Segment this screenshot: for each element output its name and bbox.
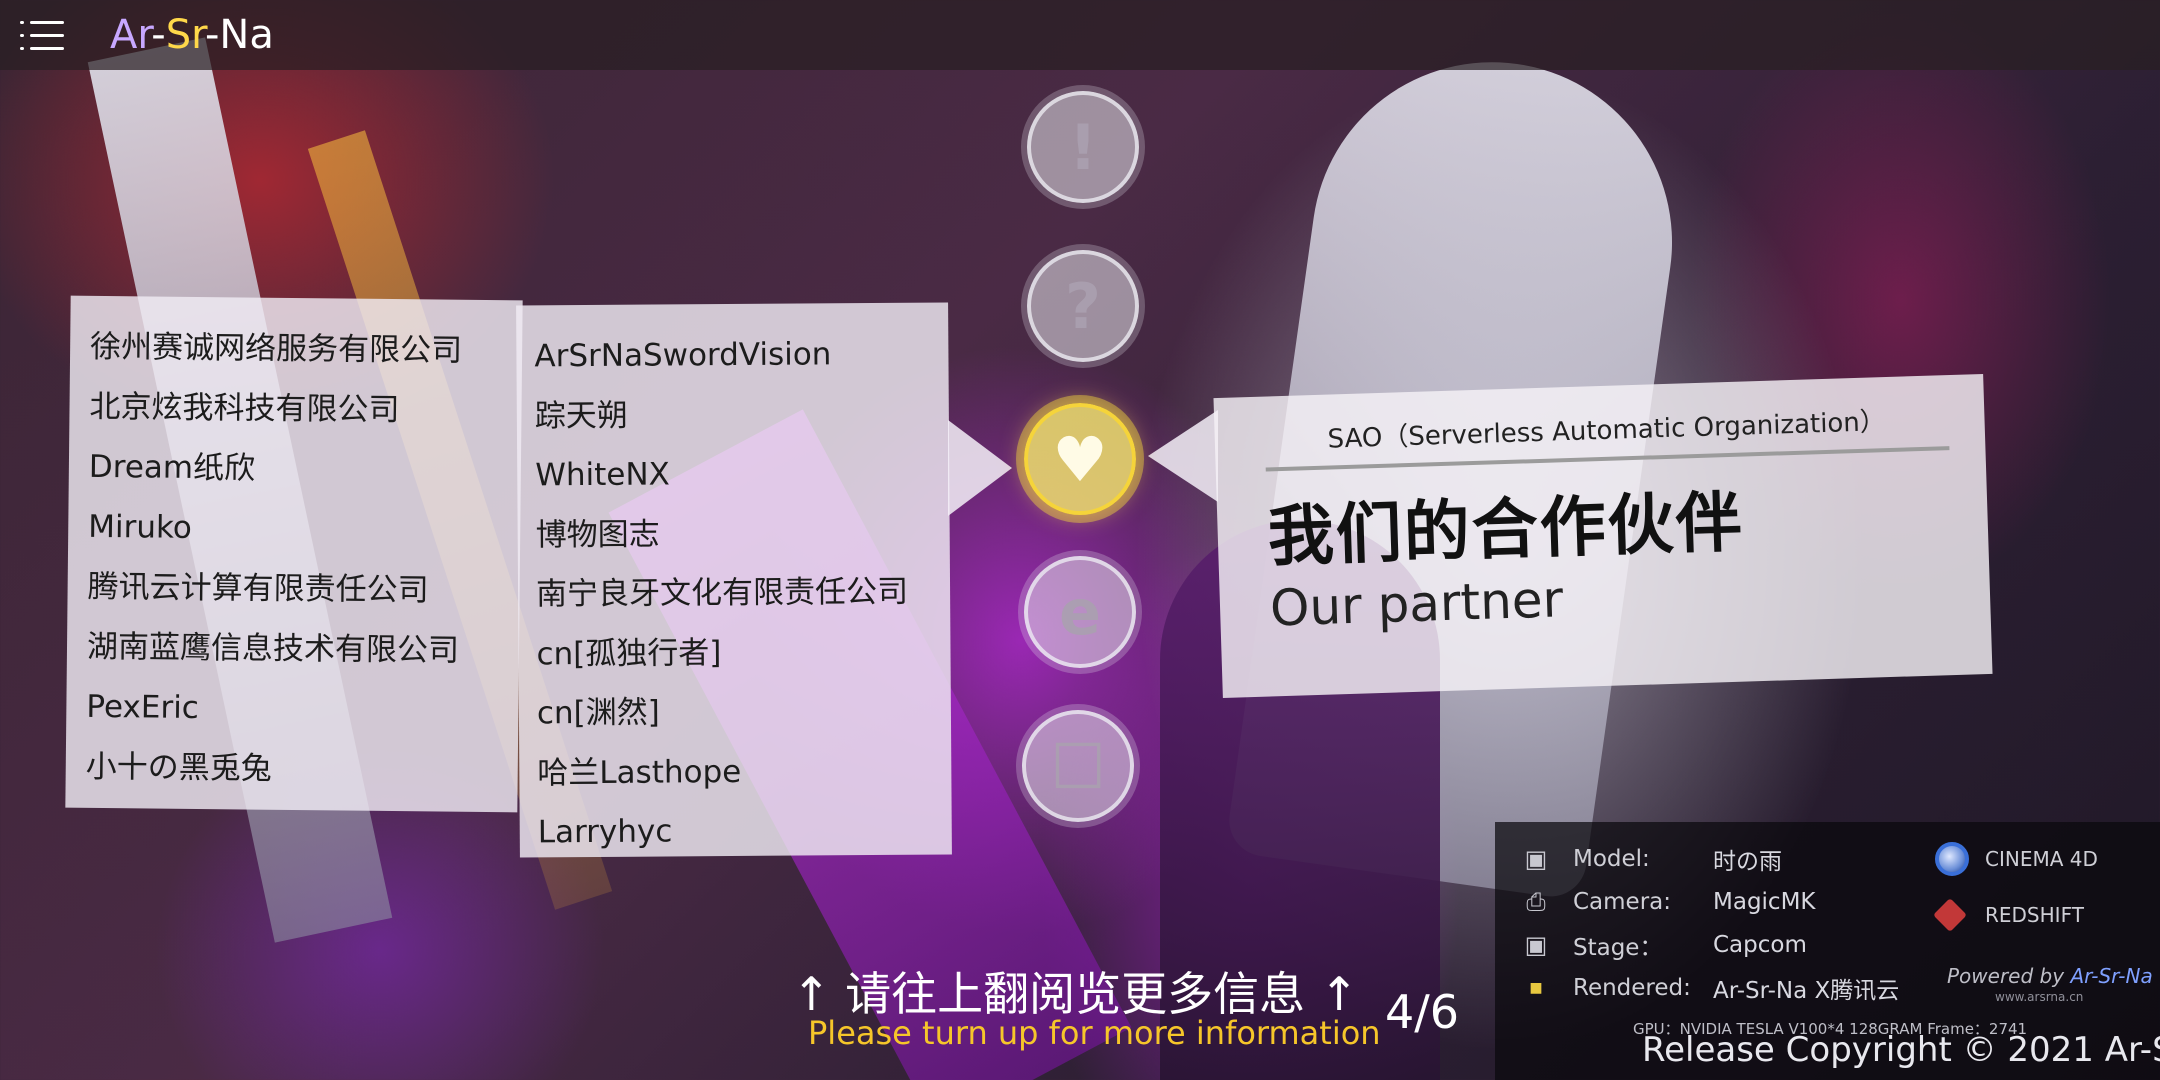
chat-glyph: ☐ [1050, 729, 1106, 803]
partner-item: ArSrNaSwordVision [534, 336, 832, 375]
render-row-camera: ⎙ Camera: MagicMK [1517, 882, 1816, 922]
scroll-prompt-en: Please turn up for more information [808, 1014, 1381, 1052]
camera-icon: ⎙ [1526, 888, 1546, 916]
partner-list-left: 徐州赛诚网络服务有限公司 北京炫我科技有限公司 Dream纸欣 Miruko 腾… [65, 295, 523, 813]
cinema4d-icon [1935, 842, 1969, 876]
render-label: Rendered: [1573, 975, 1691, 1001]
partner-info-card: SAO（Serverless Automatic Organization） 我… [1213, 373, 1993, 699]
exclamation-glyph: ! [1068, 110, 1098, 184]
page-indicator: 4/6 [1385, 985, 1460, 1039]
hamburger-menu-icon[interactable] [20, 17, 64, 53]
partner-item: WhiteNX [535, 456, 670, 494]
render-row-stage: ▣ Stage： Capcom [1517, 925, 1807, 965]
partner-item: 踪天朔 [534, 397, 628, 434]
brand-separator: - [204, 12, 220, 58]
powered-by: Powered by Ar-Sr-Na [1947, 964, 2153, 988]
ie-browser-icon[interactable]: e [1024, 556, 1136, 668]
heart-glyph: ♥ [1052, 422, 1108, 496]
heart-icon[interactable]: ♥ [1024, 403, 1136, 515]
pointer-arrow-left [948, 420, 1012, 516]
partner-list-right: ArSrNaSwordVision 踪天朔 WhiteNX 博物图志 南宁良牙文… [516, 302, 952, 858]
cinema4d-badge: CINEMA 4D [1935, 842, 2098, 876]
cinema4d-label: CINEMA 4D [1985, 847, 2098, 871]
render-value: Capcom [1713, 932, 1807, 958]
brand-logo[interactable]: Ar-Sr-Na [110, 12, 274, 58]
partner-item: 徐州赛诚网络服务有限公司 [89, 328, 463, 369]
partner-item: 腾讯云计算有限责任公司 [87, 568, 429, 609]
render-row-rendered: ■ Rendered: Ar-Sr-Na X腾讯云 [1517, 968, 1899, 1008]
powered-prefix: Powered by [1947, 964, 2071, 988]
brand-part-sr: Sr [165, 12, 205, 58]
partner-item: 湖南蓝鹰信息技术有限公司 [86, 628, 460, 669]
partner-item: 博物图志 [535, 516, 660, 553]
powered-brand: Ar-Sr-Na [2070, 964, 2153, 988]
render-value: 时の雨 [1713, 849, 1782, 875]
brand-separator: - [151, 12, 166, 58]
question-icon[interactable]: ? [1027, 250, 1139, 362]
render-label: Camera: [1573, 889, 1672, 915]
pointer-arrow-right [1148, 410, 1218, 502]
partner-item: 小十の黑兎兔 [85, 748, 272, 787]
partner-item: cn[渊然] [536, 694, 660, 732]
partner-item: Miruko [88, 508, 193, 546]
render-label: Stage： [1573, 935, 1663, 961]
copyright-text: Release Copyright © 2021 Ar-Sr-Na [1642, 1030, 2160, 1070]
partner-item: 南宁良牙文化有限责任公司 [535, 573, 909, 613]
render-row-model: ▣ Model: 时の雨 [1517, 839, 1782, 879]
partner-item: cn[孤独行者] [536, 634, 722, 672]
exclamation-icon[interactable]: ! [1027, 91, 1139, 203]
powered-url: www.arsrna.cn [1995, 990, 2084, 1004]
card-subtitle: SAO（Serverless Automatic Organization） [1264, 399, 1950, 472]
chat-icon[interactable]: ☐ [1022, 710, 1134, 822]
cubes-icon: ▣ [1524, 845, 1548, 873]
redshift-icon [1933, 898, 1967, 932]
partner-item: Dream纸欣 [88, 448, 256, 487]
redshift-label: REDSHIFT [1985, 903, 2084, 927]
question-glyph: ? [1065, 269, 1101, 343]
render-value: Ar-Sr-Na X腾讯云 [1713, 978, 1900, 1004]
partner-item: PexEric [86, 688, 200, 727]
render-label: Model: [1573, 846, 1650, 872]
ie-glyph: e [1058, 575, 1102, 649]
brand-part-na: Na [219, 12, 274, 58]
brand-part-ar: Ar [110, 12, 152, 58]
partner-item: Larryhyc [537, 813, 673, 851]
partner-item: 北京炫我科技有限公司 [89, 388, 400, 429]
render-value: MagicMK [1713, 889, 1816, 915]
cubes-icon: ▣ [1524, 931, 1548, 959]
partner-item: 哈兰Lasthope [537, 753, 742, 791]
redshift-badge: REDSHIFT [1933, 898, 2084, 932]
top-bar: Ar-Sr-Na [0, 0, 2160, 70]
dot-icon: ■ [1529, 980, 1543, 996]
